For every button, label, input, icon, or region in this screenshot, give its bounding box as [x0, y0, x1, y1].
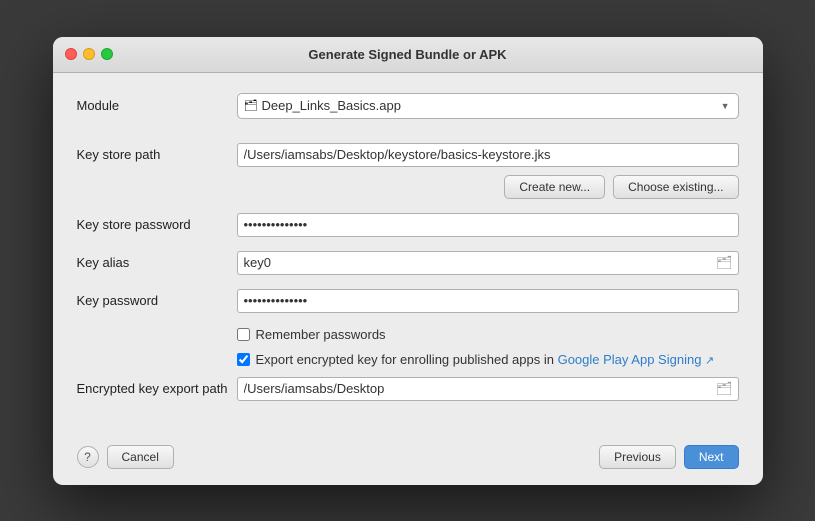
maximize-button[interactable] — [101, 48, 113, 60]
keystore-password-field — [237, 213, 739, 237]
window-title: Generate Signed Bundle or APK — [308, 47, 506, 62]
module-value: Deep_Links_Basics.app — [261, 98, 720, 113]
module-select[interactable]: 🗂 Deep_Links_Basics.app ▼ — [237, 93, 739, 119]
keystore-password-input[interactable] — [237, 213, 739, 237]
keystore-path-row: Key store path — [77, 143, 739, 167]
keystore-password-row: Key store password — [77, 213, 739, 237]
choose-existing-button[interactable]: Choose existing... — [613, 175, 738, 199]
footer-right: Previous Next — [599, 445, 738, 469]
export-key-row: Export encrypted key for enrolling publi… — [237, 352, 739, 367]
titlebar: Generate Signed Bundle or APK — [53, 37, 763, 73]
key-alias-input[interactable] — [237, 251, 739, 275]
dialog-window: Generate Signed Bundle or APK Module 🗂 D… — [53, 37, 763, 485]
footer-left: ? Cancel — [77, 445, 174, 469]
module-label: Module — [77, 98, 237, 113]
external-link-icon: ↗ — [705, 355, 714, 367]
encrypted-key-path-input[interactable] — [237, 377, 739, 401]
key-password-row: Key password — [77, 289, 739, 313]
key-password-input[interactable] — [237, 289, 739, 313]
close-button[interactable] — [65, 48, 77, 60]
keystore-password-label: Key store password — [77, 217, 237, 232]
help-button[interactable]: ? — [77, 446, 99, 468]
key-alias-field: 🗂 — [237, 251, 739, 275]
remember-passwords-label[interactable]: Remember passwords — [256, 327, 386, 342]
key-alias-row: Key alias 🗂 — [77, 251, 739, 275]
form-content: Module 🗂 Deep_Links_Basics.app ▼ Key sto… — [53, 73, 763, 431]
cancel-button[interactable]: Cancel — [107, 445, 174, 469]
keystore-path-input[interactable] — [237, 143, 739, 167]
module-field: 🗂 Deep_Links_Basics.app ▼ — [237, 93, 739, 119]
encrypted-key-path-row: Encrypted key export path 🗂 — [77, 377, 739, 401]
encrypted-key-path-label: Encrypted key export path — [77, 381, 237, 396]
export-key-label[interactable]: Export encrypted key for enrolling publi… — [256, 352, 715, 367]
key-alias-label: Key alias — [77, 255, 237, 270]
key-password-label: Key password — [77, 293, 237, 308]
minimize-button[interactable] — [83, 48, 95, 60]
keystore-action-buttons: Create new... Choose existing... — [77, 175, 739, 199]
encrypted-key-path-field: 🗂 — [237, 377, 739, 401]
create-new-button[interactable]: Create new... — [504, 175, 605, 199]
dialog-footer: ? Cancel Previous Next — [53, 435, 763, 485]
dropdown-arrow-icon: ▼ — [721, 101, 730, 111]
previous-button[interactable]: Previous — [599, 445, 676, 469]
remember-passwords-checkbox[interactable] — [237, 328, 250, 341]
module-icon: 🗂 — [244, 99, 258, 112]
module-row: Module 🗂 Deep_Links_Basics.app ▼ — [77, 93, 739, 119]
export-key-text: Export encrypted key for enrolling publi… — [256, 352, 554, 367]
key-password-field — [237, 289, 739, 313]
keystore-path-field — [237, 143, 739, 167]
google-play-link[interactable]: Google Play App Signing — [558, 352, 702, 367]
keystore-path-label: Key store path — [77, 147, 237, 162]
export-key-checkbox[interactable] — [237, 353, 250, 366]
traffic-lights — [65, 48, 113, 60]
remember-passwords-row: Remember passwords — [237, 327, 739, 342]
next-button[interactable]: Next — [684, 445, 739, 469]
